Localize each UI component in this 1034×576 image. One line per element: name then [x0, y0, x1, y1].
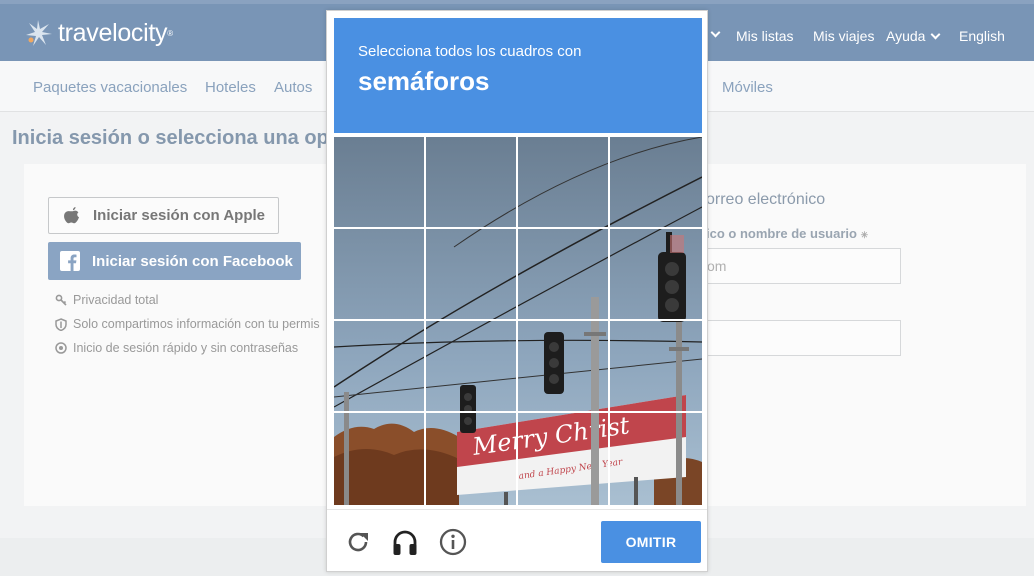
help-label: Ayuda — [886, 28, 926, 44]
benefit-item: Inicio de sesión rápido y sin contraseña… — [55, 341, 298, 355]
nav-item-hotels[interactable]: Hoteles — [205, 79, 256, 96]
my-trips-link[interactable]: Mis viajes — [813, 28, 874, 44]
username-input[interactable]: om — [700, 248, 901, 284]
captcha-tile[interactable] — [610, 321, 702, 413]
email-sign-in-title: orreo electrónico — [706, 191, 826, 208]
benefit-item: Privacidad total — [55, 293, 158, 307]
captcha-tile[interactable] — [610, 413, 702, 505]
refresh-icon[interactable] — [343, 527, 373, 557]
help-menu[interactable]: Ayuda — [886, 28, 941, 44]
captcha-target-object: semáforos — [358, 66, 490, 96]
skip-button[interactable]: OMITIR — [601, 521, 701, 563]
logo-text: travelocity — [58, 18, 168, 47]
benefit-text: Privacidad total — [73, 293, 159, 307]
info-icon[interactable] — [438, 527, 468, 557]
captcha-header: Selecciona todos los cuadros con semáfor… — [334, 18, 702, 133]
facebook-icon — [60, 251, 80, 271]
captcha-tile[interactable] — [610, 229, 702, 321]
captcha-tiles — [334, 137, 702, 505]
key-icon — [55, 294, 67, 306]
captcha-tile[interactable] — [518, 321, 610, 413]
facebook-button-label: Iniciar sesión con Facebook — [92, 252, 293, 270]
facebook-sign-in-button[interactable]: Iniciar sesión con Facebook — [48, 242, 301, 280]
captcha-tile[interactable] — [334, 413, 426, 505]
required-mark: ✳ — [860, 230, 869, 240]
apple-button-label: Iniciar sesión con Apple — [93, 207, 265, 224]
password-input[interactable] — [700, 320, 901, 356]
captcha-dialog: Selecciona todos los cuadros con semáfor… — [326, 10, 708, 572]
benefit-text: Solo compartimos información con tu perm… — [73, 317, 320, 331]
captcha-tile[interactable] — [610, 137, 702, 229]
captcha-tile[interactable] — [426, 413, 518, 505]
captcha-tile[interactable] — [426, 137, 518, 229]
benefit-text: Inicio de sesión rápido y sin contraseña… — [73, 341, 299, 355]
captcha-tile[interactable] — [518, 229, 610, 321]
captcha-tile[interactable] — [426, 229, 518, 321]
nav-item-cars[interactable]: Autos — [274, 79, 312, 96]
username-label: ico o nombre de usuario ✳ — [706, 226, 868, 241]
my-lists-link[interactable]: Mis listas — [736, 28, 794, 44]
captcha-image-grid: Merry Christ and a Happy New Year — [334, 137, 702, 505]
travelocity-logo[interactable]: travelocity ® — [24, 18, 173, 48]
travelocity-star-icon — [26, 20, 52, 46]
captcha-footer: OMITIR — [327, 509, 707, 571]
logo-trademark: ® — [167, 28, 174, 38]
apple-sign-in-button[interactable]: Iniciar sesión con Apple — [48, 197, 279, 234]
captcha-tile[interactable] — [426, 321, 518, 413]
apple-icon — [64, 206, 79, 223]
captcha-tile[interactable] — [334, 321, 426, 413]
username-label-text: ico o nombre de usuario — [706, 226, 857, 241]
chevron-down-icon[interactable] — [710, 27, 721, 38]
captcha-tile[interactable] — [334, 137, 426, 229]
shield-icon — [55, 317, 67, 331]
nav-item-packages[interactable]: Paquetes vacacionales — [33, 79, 187, 96]
audio-challenge-icon[interactable] — [390, 527, 420, 557]
captcha-tile[interactable] — [334, 229, 426, 321]
captcha-tile[interactable] — [518, 413, 610, 505]
chevron-down-icon — [931, 29, 941, 40]
nav-item-mobile[interactable]: Móviles — [722, 79, 773, 96]
captcha-tile[interactable] — [518, 137, 610, 229]
benefit-item: Solo compartimos información con tu perm… — [55, 317, 320, 331]
language-link[interactable]: English — [959, 28, 1005, 44]
captcha-prompt: Selecciona todos los cuadros con — [358, 43, 582, 60]
target-icon — [55, 342, 67, 354]
page-title: Inicia sesión o selecciona una op — [12, 127, 329, 149]
